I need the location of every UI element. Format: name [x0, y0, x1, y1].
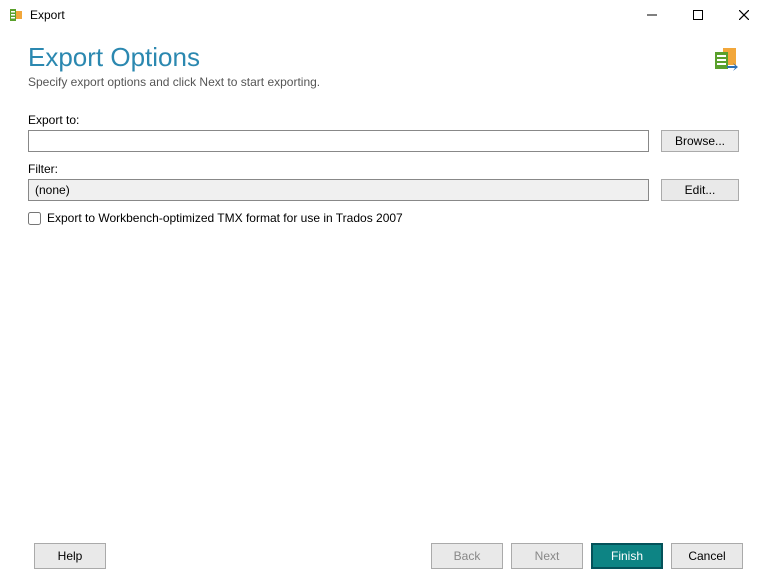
export-to-label: Export to:	[28, 113, 739, 127]
edit-button[interactable]: Edit...	[661, 179, 739, 201]
header: Export Options Specify export options an…	[0, 30, 767, 97]
filter-value: (none)	[28, 179, 649, 201]
window-controls	[629, 0, 767, 30]
minimize-button[interactable]	[629, 0, 675, 30]
cancel-button[interactable]: Cancel	[671, 543, 743, 569]
finish-button[interactable]: Finish	[591, 543, 663, 569]
window-title: Export	[30, 8, 629, 22]
titlebar: Export	[0, 0, 767, 30]
help-button[interactable]: Help	[34, 543, 106, 569]
back-button: Back	[431, 543, 503, 569]
close-button[interactable]	[721, 0, 767, 30]
browse-button[interactable]: Browse...	[661, 130, 739, 152]
page-title: Export Options	[28, 42, 711, 73]
export-to-input[interactable]	[28, 130, 649, 152]
footer: Help Back Next Finish Cancel	[0, 533, 767, 585]
next-button: Next	[511, 543, 583, 569]
filter-label: Filter:	[28, 162, 739, 176]
content: Export to: Browse... Filter: (none) Edit…	[0, 97, 767, 533]
page-subtitle: Specify export options and click Next to…	[28, 75, 711, 89]
export-icon	[711, 46, 739, 74]
maximize-button[interactable]	[675, 0, 721, 30]
workbench-tmx-label[interactable]: Export to Workbench-optimized TMX format…	[47, 211, 403, 225]
app-icon	[8, 7, 24, 23]
workbench-tmx-checkbox[interactable]	[28, 212, 41, 225]
